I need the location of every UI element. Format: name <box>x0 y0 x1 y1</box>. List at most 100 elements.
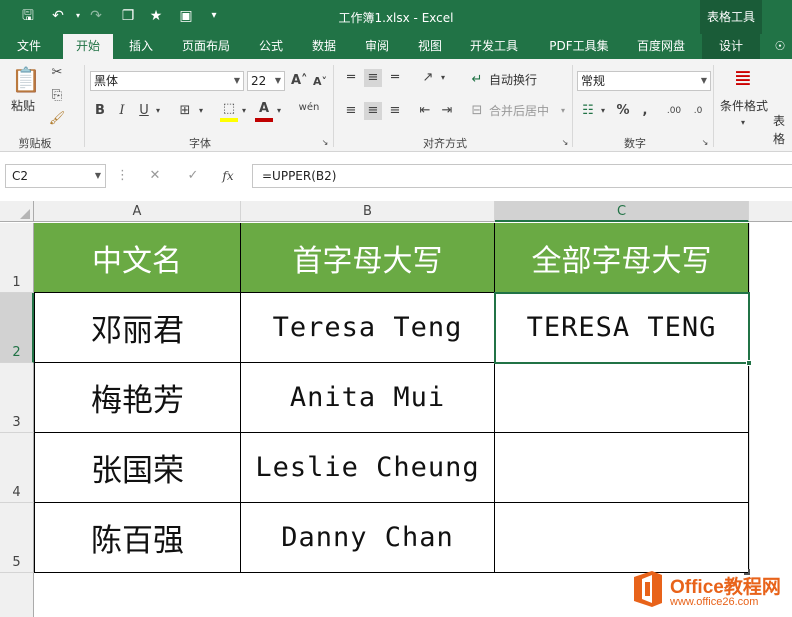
chevron-down-icon[interactable]: ▾ <box>274 102 284 120</box>
cell-a4[interactable]: 张国荣 <box>34 433 241 503</box>
cell-c1[interactable]: 全部字母大写 <box>495 223 749 293</box>
fill-color-icon[interactable]: ⬚ <box>220 100 238 122</box>
currency-icon[interactable]: ☷ <box>578 102 598 120</box>
cell-a1[interactable]: 中文名 <box>34 223 241 293</box>
font-color-icon[interactable]: A <box>255 100 273 122</box>
percent-icon[interactable]: % <box>614 102 632 120</box>
increase-indent-icon[interactable]: ⇥ <box>438 102 456 120</box>
dialog-launcher-icon[interactable]: ↘ <box>700 134 710 152</box>
tab-baidu-netdisk[interactable]: 百度网盘 <box>630 34 692 59</box>
tab-view[interactable]: 视图 <box>410 34 450 59</box>
tab-formulas[interactable]: 公式 <box>251 34 291 59</box>
cancel-icon[interactable]: ✕ <box>145 167 165 185</box>
align-bottom-icon[interactable]: ═ <box>386 69 404 87</box>
phonetic-icon[interactable]: wén <box>296 99 322 117</box>
decrease-decimal-icon[interactable]: .0 <box>688 102 708 120</box>
cell-a5[interactable]: 陈百强 <box>34 503 241 573</box>
decrease-font-icon[interactable]: A˅ <box>312 73 328 91</box>
cell-c3[interactable] <box>495 363 749 433</box>
cell-b5[interactable]: Danny Chan <box>241 503 495 573</box>
column-header-d[interactable] <box>749 201 792 222</box>
format-painter-icon[interactable]: 🖌 <box>48 110 66 128</box>
row-header-5[interactable]: 5 <box>0 503 34 573</box>
font-name-combo[interactable]: 黑体 ▼ <box>90 71 244 91</box>
align-left-icon[interactable]: ≡ <box>342 102 360 120</box>
border-icon[interactable]: ⊞ <box>176 102 194 120</box>
bold-icon[interactable]: B <box>92 102 108 120</box>
row-header-3[interactable]: 3 <box>0 363 34 433</box>
column-header-b[interactable]: B <box>241 201 495 222</box>
column-header-a[interactable]: A <box>34 201 241 222</box>
row-number: 2 <box>12 345 21 360</box>
align-center-icon[interactable]: ≡ <box>364 102 382 120</box>
watermark-url: www.office26.com <box>670 596 759 608</box>
cell-c4[interactable] <box>495 433 749 503</box>
select-all-button[interactable] <box>0 201 34 222</box>
fill-handle[interactable] <box>746 360 752 366</box>
insert-function-icon[interactable]: fx <box>218 167 238 185</box>
conditional-format-icon[interactable]: ≣ <box>728 64 758 94</box>
row-header-6[interactable] <box>0 573 34 617</box>
enter-icon[interactable]: ✓ <box>183 167 203 185</box>
italic-icon[interactable]: I <box>114 102 130 120</box>
cell-a3[interactable]: 梅艳芳 <box>34 363 241 433</box>
decrease-indent-icon[interactable]: ⇤ <box>416 102 434 120</box>
cell-b3[interactable]: Anita Mui <box>241 363 495 433</box>
cell-b2[interactable]: Teresa Teng <box>241 293 495 363</box>
paste-button[interactable]: 粘贴 <box>11 97 35 115</box>
clipboard-group-label: 剪贴板 <box>18 137 52 150</box>
chevron-down-icon[interactable]: ▾ <box>738 114 748 132</box>
cell-b1[interactable]: 首字母大写 <box>241 223 495 293</box>
dialog-launcher-icon[interactable]: ↘ <box>560 134 570 152</box>
align-top-icon[interactable]: ═ <box>342 69 360 87</box>
cell-a2[interactable]: 邓丽君 <box>34 293 241 363</box>
comma-style-icon[interactable]: , <box>636 102 654 120</box>
align-right-icon[interactable]: ≡ <box>386 102 404 120</box>
tell-me-icon[interactable]: ☉ <box>770 34 790 59</box>
formula-input[interactable]: =UPPER(B2) <box>252 164 792 188</box>
tab-design[interactable]: 设计 <box>702 34 760 59</box>
worksheet-grid[interactable]: A B C 1 2 3 4 5 中文名 首字母大写 全部字母大写 邓丽君 Ter… <box>0 201 792 617</box>
tab-insert[interactable]: 插入 <box>121 34 161 59</box>
wrap-text-button[interactable]: 自动换行 <box>489 71 537 89</box>
increase-font-icon[interactable]: A˄ <box>291 72 308 90</box>
chevron-down-icon[interactable]: ▾ <box>438 69 448 87</box>
formula-bar: C2 ▼ ⋮ ✕ ✓ fx =UPPER(B2) <box>0 152 792 201</box>
chevron-down-icon[interactable]: ▾ <box>239 102 249 120</box>
cut-icon[interactable]: ✂ <box>48 64 66 82</box>
increase-decimal-icon[interactable]: .00 <box>664 102 684 120</box>
underline-icon[interactable]: U <box>136 102 152 120</box>
chevron-down-icon[interactable]: ▾ <box>196 102 206 120</box>
column-header-c[interactable]: C <box>495 201 749 222</box>
chevron-down-icon[interactable]: ▾ <box>558 102 568 120</box>
conditional-format-button[interactable]: 条件格式 <box>720 97 768 115</box>
tab-page-layout[interactable]: 页面布局 <box>175 34 237 59</box>
chevron-down-icon[interactable]: ▾ <box>598 102 608 120</box>
wrap-text-icon[interactable]: ↵ <box>468 71 486 89</box>
copy-icon[interactable]: ⎘ <box>48 87 66 105</box>
tab-pdf-tools[interactable]: PDF工具集 <box>540 34 618 59</box>
tab-review[interactable]: 审阅 <box>357 34 397 59</box>
name-box[interactable]: C2 ▼ <box>5 164 106 188</box>
cell-c2[interactable]: TERESA TENG <box>495 293 749 363</box>
tab-developer[interactable]: 开发工具 <box>463 34 525 59</box>
tab-home[interactable]: 开始 <box>63 34 113 59</box>
chevron-down-icon[interactable]: ▾ <box>153 102 163 120</box>
cell-b4[interactable]: Leslie Cheung <box>241 433 495 503</box>
tab-data[interactable]: 数据 <box>304 34 344 59</box>
orientation-icon[interactable]: ↗ <box>418 69 438 87</box>
row-header-1[interactable]: 1 <box>0 223 34 293</box>
merge-center-button[interactable]: 合并后居中 <box>489 102 549 120</box>
tab-file[interactable]: 文件 <box>8 34 50 59</box>
merge-center-icon[interactable]: ⊟ <box>468 102 486 120</box>
cell-c5[interactable] <box>495 503 749 573</box>
dialog-launcher-icon[interactable]: ↘ <box>320 134 330 152</box>
number-format-combo[interactable]: 常规 ▼ <box>577 71 711 91</box>
row-header-2[interactable]: 2 <box>0 293 34 363</box>
chevron-down-icon: ▼ <box>233 76 240 85</box>
align-middle-icon[interactable]: ≡ <box>364 69 382 87</box>
table-format-button[interactable]: 表格 <box>773 112 792 148</box>
paste-icon[interactable]: 📋 <box>10 65 42 95</box>
row-header-4[interactable]: 4 <box>0 433 34 503</box>
font-size-combo[interactable]: 22 ▼ <box>247 71 285 91</box>
